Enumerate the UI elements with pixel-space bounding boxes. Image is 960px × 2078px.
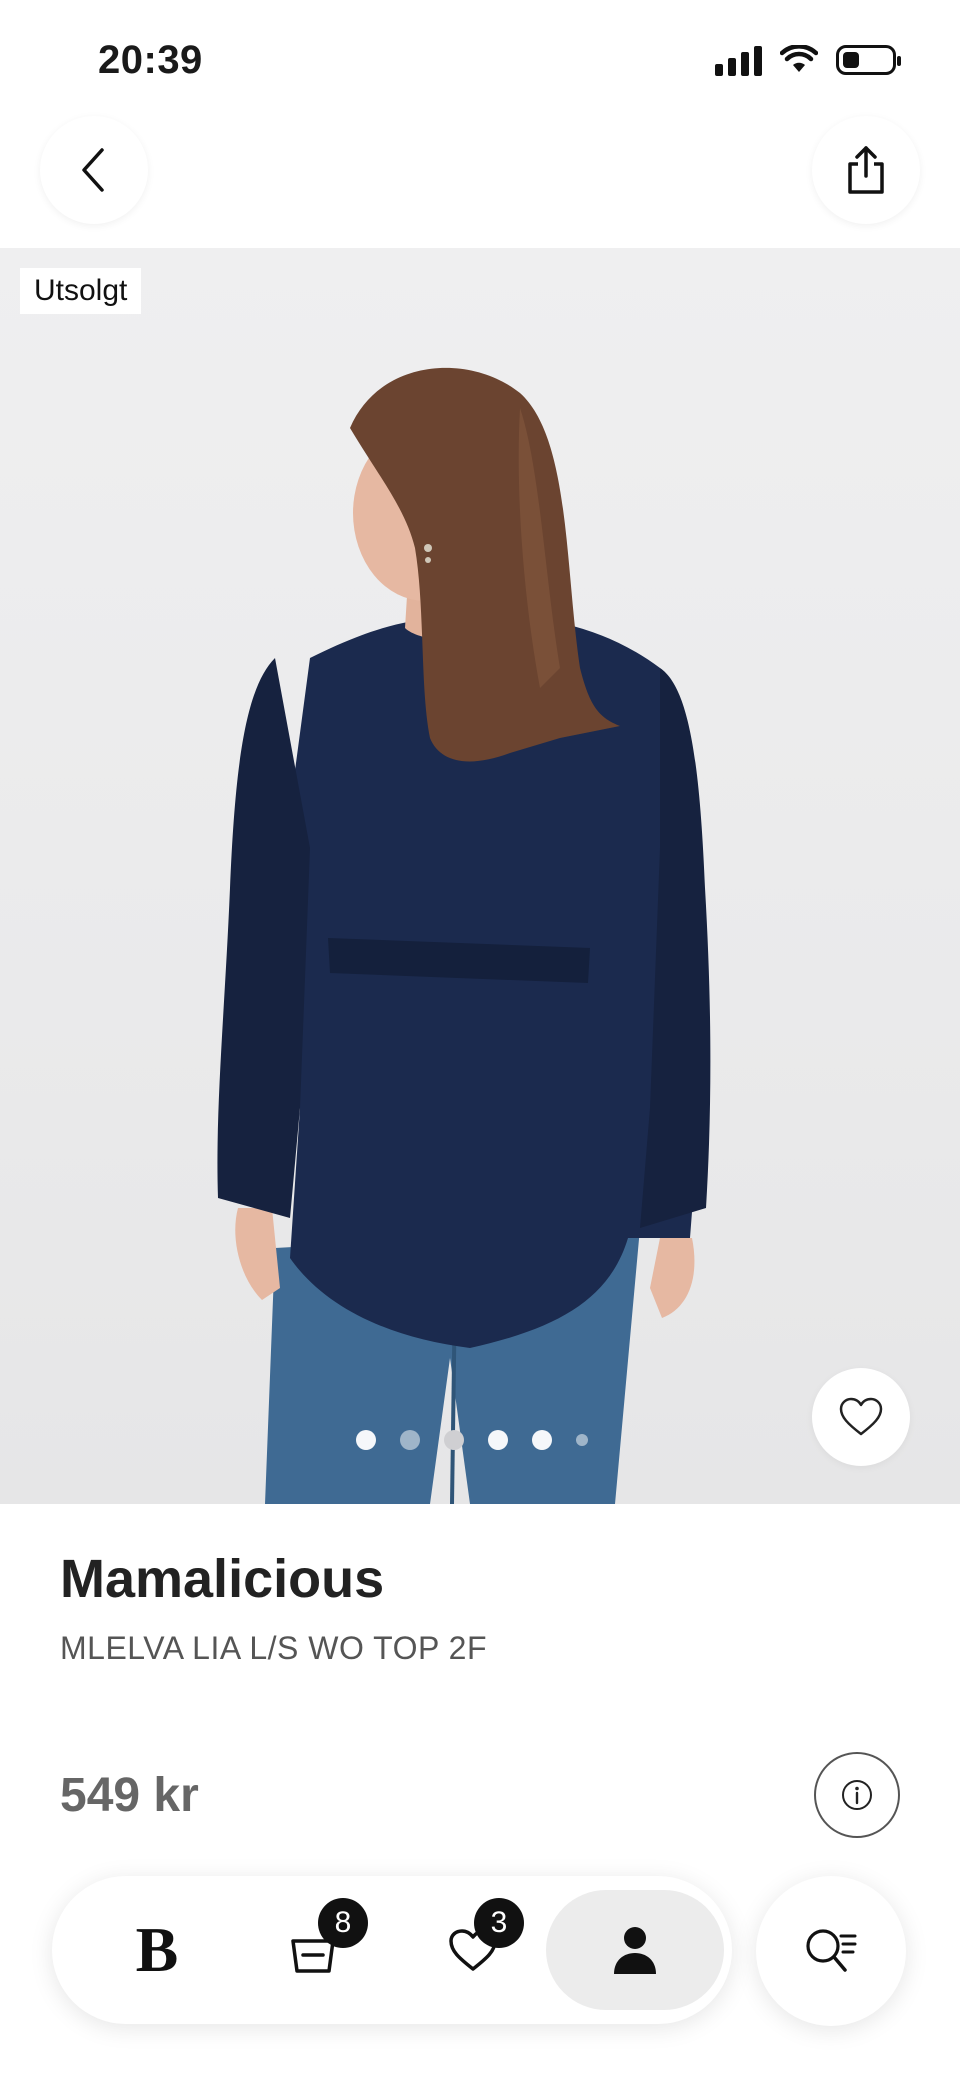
search-filter-icon <box>806 1929 857 1972</box>
heart-icon <box>839 1397 883 1436</box>
chevron-left-icon <box>82 148 104 192</box>
carousel-dot[interactable] <box>400 1430 420 1450</box>
tab-home[interactable]: B <box>82 1890 232 2010</box>
carousel-dot[interactable] <box>576 1434 588 1446</box>
carousel-dot[interactable] <box>444 1430 464 1450</box>
model-photo <box>217 367 711 1504</box>
tab-wishlist[interactable]: 3 <box>398 1890 548 2010</box>
carousel-dots[interactable] <box>356 1430 588 1450</box>
cart-count-badge: 8 <box>318 1898 368 1948</box>
bottom-tab-bar: B 8 3 <box>52 1876 732 2024</box>
back-button[interactable] <box>40 116 148 224</box>
brand-logo: B <box>135 1914 179 1985</box>
person-icon <box>614 1927 656 1974</box>
status-time: 20:39 <box>98 38 203 82</box>
search-button[interactable] <box>756 1876 906 2026</box>
share-button[interactable] <box>812 116 920 224</box>
brand-name: Mamalicious <box>60 1549 385 1609</box>
share-icon <box>848 146 884 194</box>
tab-profile[interactable] <box>546 1890 724 2010</box>
battery-icon <box>836 45 901 75</box>
carousel-dot[interactable] <box>356 1430 376 1450</box>
price-info-button[interactable] <box>814 1752 900 1838</box>
product-image[interactable] <box>0 248 960 1504</box>
info-icon <box>842 1780 872 1810</box>
tab-cart[interactable]: 8 <box>238 1890 388 2010</box>
carousel-dot[interactable] <box>532 1430 552 1450</box>
product-name: MLELVA LIA L/S WO TOP 2F <box>60 1630 487 1666</box>
sold-out-badge: Utsolgt <box>20 268 142 314</box>
favorite-button[interactable] <box>812 1368 910 1466</box>
signal-icon <box>715 44 762 76</box>
status-bar: 20:39 <box>0 0 960 120</box>
carousel-dot[interactable] <box>488 1430 508 1450</box>
wishlist-count-badge: 3 <box>474 1898 524 1948</box>
wifi-icon <box>780 45 818 72</box>
product-price: 549 kr <box>60 1769 199 1822</box>
status-icons <box>715 44 901 76</box>
